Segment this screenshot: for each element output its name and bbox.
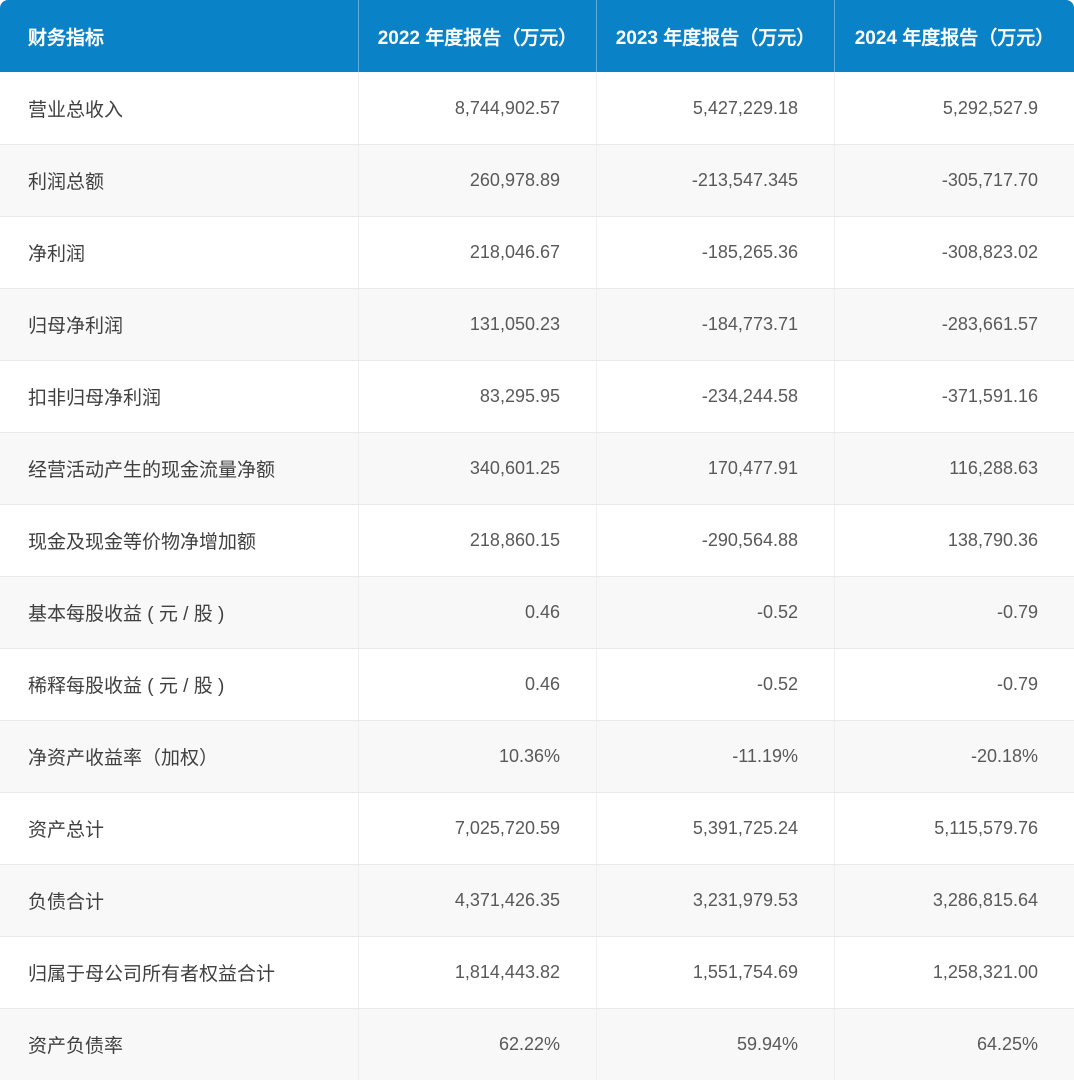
value-2024: 138,790.36 bbox=[834, 505, 1074, 576]
header-2022-column: 2022 年度报告（万元） bbox=[358, 0, 596, 72]
value-2023: -0.52 bbox=[596, 577, 834, 648]
table-row: 资产负债率 62.22% 59.94% 64.25% bbox=[0, 1008, 1074, 1080]
value-2023: 170,477.91 bbox=[596, 433, 834, 504]
financial-indicators-table: 财务指标 2022 年度报告（万元） 2023 年度报告（万元） 2024 年度… bbox=[0, 0, 1074, 1080]
value-2022: 7,025,720.59 bbox=[358, 793, 596, 864]
table-row: 利润总额 260,978.89 -213,547.345 -305,717.70 bbox=[0, 144, 1074, 216]
value-2023: -184,773.71 bbox=[596, 289, 834, 360]
table-row: 负债合计 4,371,426.35 3,231,979.53 3,286,815… bbox=[0, 864, 1074, 936]
value-2024: 116,288.63 bbox=[834, 433, 1074, 504]
value-2024: 1,258,321.00 bbox=[834, 937, 1074, 1008]
value-2024: -308,823.02 bbox=[834, 217, 1074, 288]
value-2023: -290,564.88 bbox=[596, 505, 834, 576]
table-row: 净资产收益率（加权） 10.36% -11.19% -20.18% bbox=[0, 720, 1074, 792]
row-label: 利润总额 bbox=[0, 145, 358, 216]
value-2024: 3,286,815.64 bbox=[834, 865, 1074, 936]
table-body: 营业总收入 8,744,902.57 5,427,229.18 5,292,52… bbox=[0, 72, 1074, 1080]
value-2022: 83,295.95 bbox=[358, 361, 596, 432]
row-label: 稀释每股收益 ( 元 / 股 ) bbox=[0, 649, 358, 720]
value-2022: 131,050.23 bbox=[358, 289, 596, 360]
value-2022: 62.22% bbox=[358, 1009, 596, 1080]
value-2022: 4,371,426.35 bbox=[358, 865, 596, 936]
value-2023: 1,551,754.69 bbox=[596, 937, 834, 1008]
value-2023: 59.94% bbox=[596, 1009, 834, 1080]
row-label: 现金及现金等价物净增加额 bbox=[0, 505, 358, 576]
table-row: 营业总收入 8,744,902.57 5,427,229.18 5,292,52… bbox=[0, 72, 1074, 144]
table-row: 基本每股收益 ( 元 / 股 ) 0.46 -0.52 -0.79 bbox=[0, 576, 1074, 648]
value-2024: -283,661.57 bbox=[834, 289, 1074, 360]
row-label: 经营活动产生的现金流量净额 bbox=[0, 433, 358, 504]
value-2022: 260,978.89 bbox=[358, 145, 596, 216]
value-2023: 5,391,725.24 bbox=[596, 793, 834, 864]
row-label: 扣非归母净利润 bbox=[0, 361, 358, 432]
row-label: 负债合计 bbox=[0, 865, 358, 936]
table-row: 归属于母公司所有者权益合计 1,814,443.82 1,551,754.69 … bbox=[0, 936, 1074, 1008]
value-2022: 10.36% bbox=[358, 721, 596, 792]
row-label: 基本每股收益 ( 元 / 股 ) bbox=[0, 577, 358, 648]
value-2024: 5,292,527.9 bbox=[834, 72, 1074, 144]
value-2023: 3,231,979.53 bbox=[596, 865, 834, 936]
value-2023: -185,265.36 bbox=[596, 217, 834, 288]
value-2024: -0.79 bbox=[834, 577, 1074, 648]
header-indicator-column: 财务指标 bbox=[0, 0, 358, 72]
value-2024: 64.25% bbox=[834, 1009, 1074, 1080]
row-label: 营业总收入 bbox=[0, 72, 358, 144]
value-2022: 0.46 bbox=[358, 577, 596, 648]
value-2024: -0.79 bbox=[834, 649, 1074, 720]
value-2022: 1,814,443.82 bbox=[358, 937, 596, 1008]
table-row: 扣非归母净利润 83,295.95 -234,244.58 -371,591.1… bbox=[0, 360, 1074, 432]
row-label: 资产总计 bbox=[0, 793, 358, 864]
row-label: 资产负债率 bbox=[0, 1009, 358, 1080]
value-2024: -305,717.70 bbox=[834, 145, 1074, 216]
header-2024-column: 2024 年度报告（万元） bbox=[834, 0, 1074, 72]
value-2024: 5,115,579.76 bbox=[834, 793, 1074, 864]
value-2023: -234,244.58 bbox=[596, 361, 834, 432]
value-2022: 218,046.67 bbox=[358, 217, 596, 288]
value-2022: 0.46 bbox=[358, 649, 596, 720]
table-row: 归母净利润 131,050.23 -184,773.71 -283,661.57 bbox=[0, 288, 1074, 360]
value-2024: -371,591.16 bbox=[834, 361, 1074, 432]
value-2023: -213,547.345 bbox=[596, 145, 834, 216]
row-label: 归属于母公司所有者权益合计 bbox=[0, 937, 358, 1008]
value-2023: -11.19% bbox=[596, 721, 834, 792]
table-row: 经营活动产生的现金流量净额 340,601.25 170,477.91 116,… bbox=[0, 432, 1074, 504]
table-row: 现金及现金等价物净增加额 218,860.15 -290,564.88 138,… bbox=[0, 504, 1074, 576]
row-label: 归母净利润 bbox=[0, 289, 358, 360]
table-header-row: 财务指标 2022 年度报告（万元） 2023 年度报告（万元） 2024 年度… bbox=[0, 0, 1074, 72]
value-2023: -0.52 bbox=[596, 649, 834, 720]
table-row: 资产总计 7,025,720.59 5,391,725.24 5,115,579… bbox=[0, 792, 1074, 864]
header-2023-column: 2023 年度报告（万元） bbox=[596, 0, 834, 72]
row-label: 净资产收益率（加权） bbox=[0, 721, 358, 792]
value-2024: -20.18% bbox=[834, 721, 1074, 792]
value-2022: 340,601.25 bbox=[358, 433, 596, 504]
value-2023: 5,427,229.18 bbox=[596, 72, 834, 144]
table-row: 净利润 218,046.67 -185,265.36 -308,823.02 bbox=[0, 216, 1074, 288]
table-row: 稀释每股收益 ( 元 / 股 ) 0.46 -0.52 -0.79 bbox=[0, 648, 1074, 720]
value-2022: 8,744,902.57 bbox=[358, 72, 596, 144]
row-label: 净利润 bbox=[0, 217, 358, 288]
value-2022: 218,860.15 bbox=[358, 505, 596, 576]
